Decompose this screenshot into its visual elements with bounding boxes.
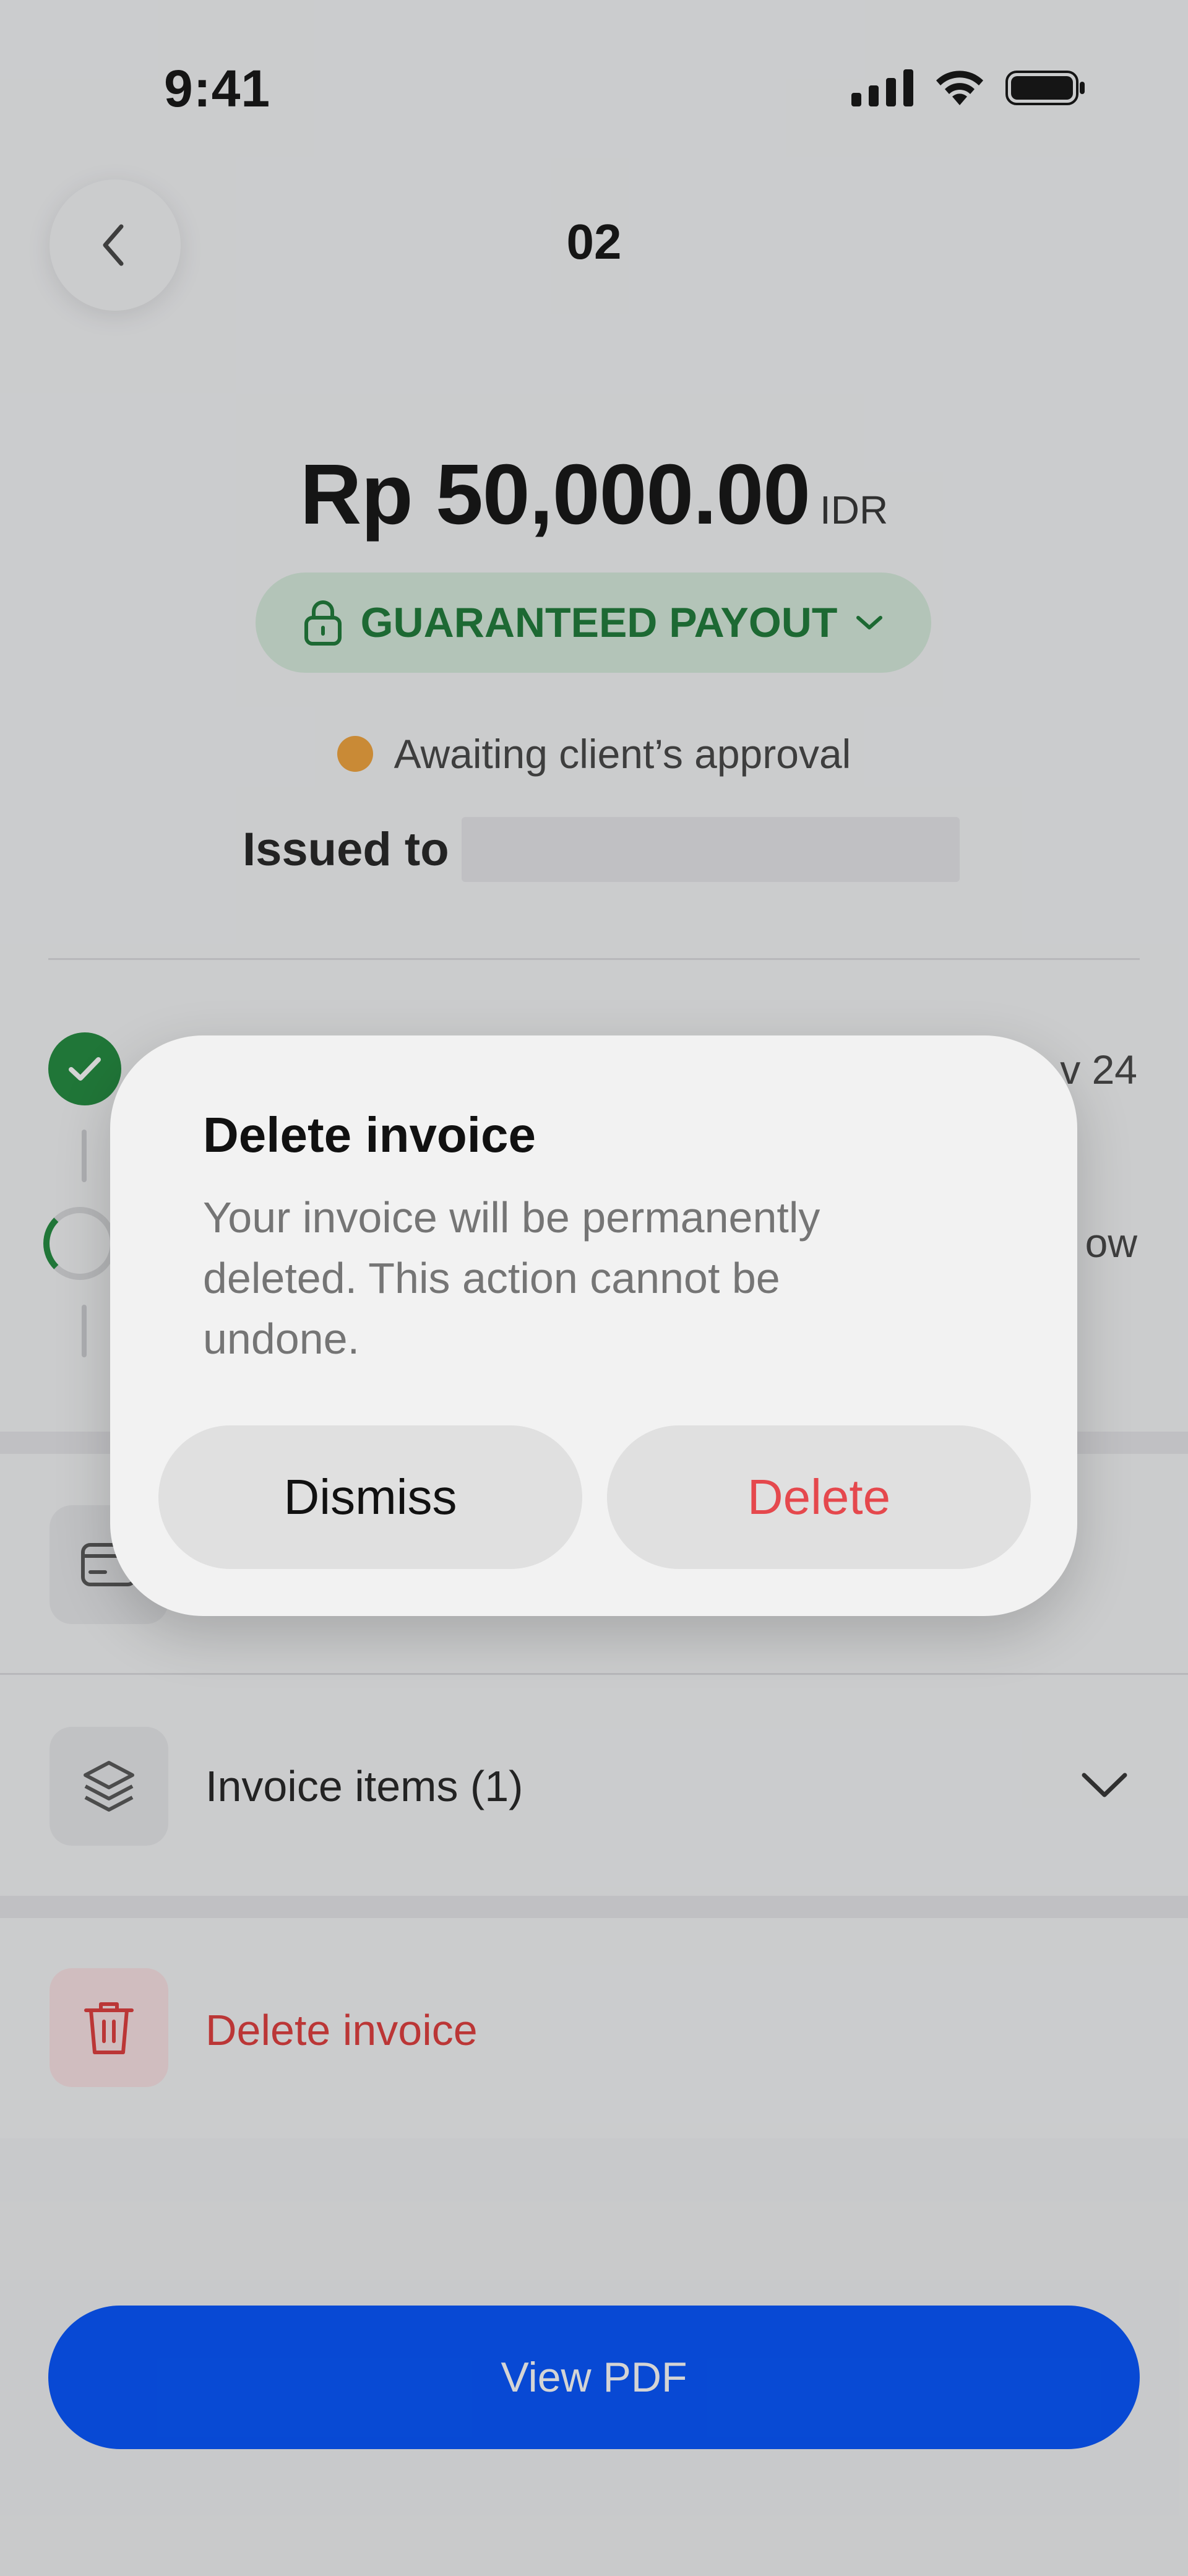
dismiss-button[interactable]: Dismiss xyxy=(158,1425,582,1569)
delete-button[interactable]: Delete xyxy=(607,1425,1031,1569)
delete-invoice-dialog: Delete invoice Your invoice will be perm… xyxy=(110,1035,1077,1616)
dialog-message: Your invoice will be permanently deleted… xyxy=(203,1193,820,1363)
dialog-title: Delete invoice xyxy=(203,1107,536,1162)
